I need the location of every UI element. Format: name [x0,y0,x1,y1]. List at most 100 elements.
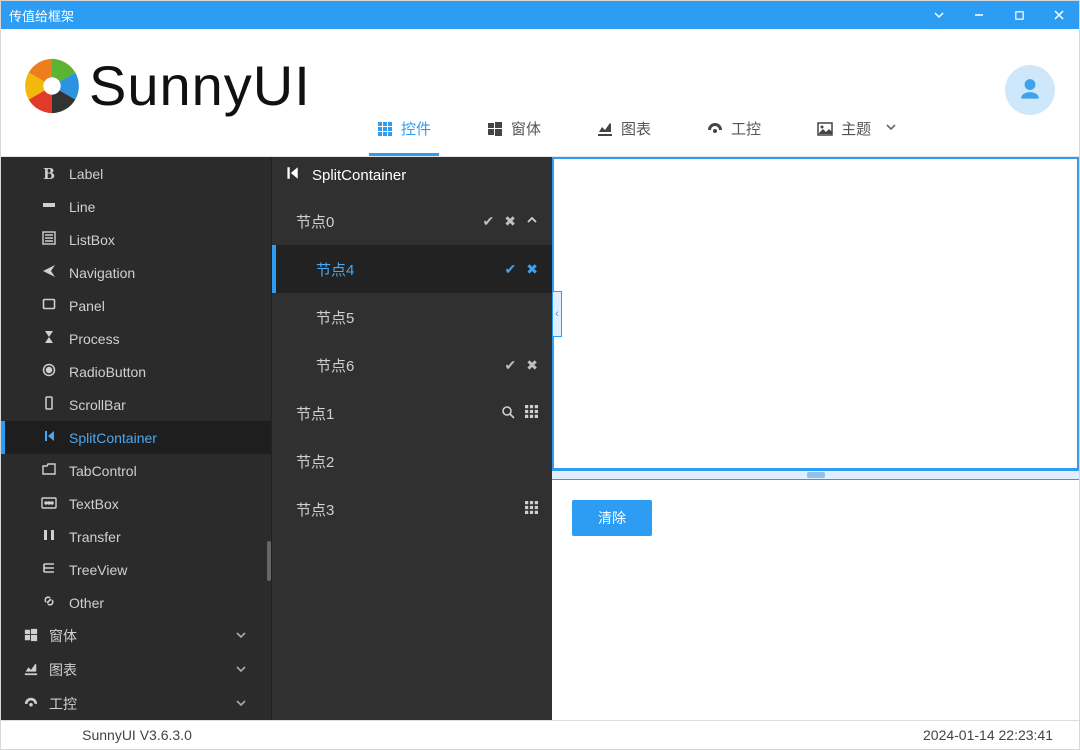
folder-icon [41,462,57,479]
tree-node[interactable]: 节点6✔✖ [272,341,552,389]
tree: 节点0✔✖ 节点4✔✖ 节点5 节点6✔✖ 节点1 节点2 节点3 [272,193,552,720]
sidebar-item-treeview[interactable]: TreeView [1,553,271,586]
title-bar: 传值给框架 [1,1,1079,29]
chevron-down-icon[interactable] [919,1,959,29]
grid-icon[interactable] [525,405,538,422]
status-version: SunnyUI V3.6.3.0 [17,727,257,743]
split-bottom-pane: 清除 [552,480,1079,720]
tree-node[interactable]: 节点5 [272,293,552,341]
tab-controls[interactable]: 控件 [369,106,439,156]
close-icon[interactable]: ✖ [526,357,538,374]
status-bar: SunnyUI V3.6.3.0 2024-01-14 22:23:41 [1,720,1079,749]
brand-text: SunnyUI [89,58,311,114]
maximize-button[interactable] [999,1,1039,29]
check-icon[interactable]: ✔ [505,261,517,278]
windows-icon [487,121,503,137]
app-window: 传值给框架 SunnyUI [0,0,1080,750]
columns-icon [41,528,57,545]
tab-charts[interactable]: 图表 [589,106,659,156]
sidebar-scrollbar-thumb[interactable] [267,541,271,581]
split-horizontal-handle[interactable] [552,470,1079,480]
sidebar-item-transfer[interactable]: Transfer [1,520,271,553]
gauge-icon [707,121,723,137]
check-icon[interactable]: ✔ [505,357,517,374]
image-icon [817,121,833,137]
split-top-pane: ‹ [552,157,1079,470]
bold-icon: B [41,164,57,184]
step-back-icon [41,429,57,446]
sidebar-category-charts[interactable]: 图表 [1,653,271,687]
tree-node[interactable]: 节点4✔✖ [272,245,552,293]
content-area: ‹ 清除 [552,157,1079,720]
window-title: 传值给框架 [9,6,74,25]
minimize-button[interactable] [959,1,999,29]
phone-icon [41,396,57,413]
tree-icon [41,561,57,578]
gauge-icon [23,696,39,713]
minus-icon [41,198,57,215]
plane-icon [41,264,57,281]
sidebar-item-tabcontrol[interactable]: TabControl [1,454,271,487]
sidebar-item-splitcontainer[interactable]: SplitContainer [1,421,271,454]
windows-icon [23,628,39,645]
close-button[interactable] [1039,1,1079,29]
sidebar: BLabel Line ListBox Navigation Panel Pro… [1,157,271,720]
list-icon [41,231,57,248]
sidebar-item-radiobutton[interactable]: RadioButton [1,355,271,388]
tab-label: 工控 [731,118,761,139]
sidebar-category-industrial[interactable]: 工控 [1,687,271,720]
grid-icon[interactable] [525,501,538,517]
tree-node[interactable]: 节点0✔✖ [272,197,552,245]
sidebar-item-scrollbar[interactable]: ScrollBar [1,388,271,421]
sidebar-item-textbox[interactable]: TextBox [1,487,271,520]
top-tabs: 控件 窗体 图表 工控 主题 [369,106,905,156]
tab-label: 图表 [621,118,651,139]
square-icon [41,297,57,314]
tree-node[interactable]: 节点2 [272,437,552,485]
sidebar-list: BLabel Line ListBox Navigation Panel Pro… [1,157,271,720]
link-icon [41,594,57,611]
tree-node[interactable]: 节点1 [272,389,552,437]
split-left-handle[interactable]: ‹ [553,291,562,337]
chevron-down-icon [235,628,247,644]
secondary-panel-title: SplitContainer [312,167,406,184]
secondary-panel-header: SplitContainer [272,157,552,193]
secondary-panel: SplitContainer 节点0✔✖ 节点4✔✖ 节点5 节点6✔✖ 节点1… [271,157,552,720]
tab-forms[interactable]: 窗体 [479,106,549,156]
sidebar-item-navigation[interactable]: Navigation [1,256,271,289]
sidebar-item-process[interactable]: Process [1,322,271,355]
sidebar-item-other[interactable]: Other [1,586,271,619]
tree-node[interactable]: 节点3 [272,485,552,533]
check-icon[interactable]: ✔ [483,213,495,230]
app-logo: SunnyUI [21,55,311,117]
status-datetime: 2024-01-14 22:23:41 [923,727,1063,743]
chart-icon [597,121,613,137]
hourglass-icon [41,330,57,347]
close-icon[interactable]: ✖ [504,213,516,230]
clear-button[interactable]: 清除 [572,500,652,536]
tab-industrial[interactable]: 工控 [699,106,769,156]
radio-icon [41,363,57,380]
textbox-icon [41,496,57,512]
tab-label: 窗体 [511,118,541,139]
tab-label: 主题 [841,118,871,139]
search-icon[interactable] [501,405,515,422]
step-back-icon[interactable] [284,165,300,185]
sidebar-item-label[interactable]: BLabel [1,157,271,190]
chart-icon [23,662,39,679]
sidebar-item-listbox[interactable]: ListBox [1,223,271,256]
sunny-logo-icon [21,55,83,117]
sidebar-item-panel[interactable]: Panel [1,289,271,322]
sidebar-category-forms[interactable]: 窗体 [1,619,271,653]
chevron-down-icon [235,696,247,712]
sidebar-item-line[interactable]: Line [1,190,271,223]
main-area: BLabel Line ListBox Navigation Panel Pro… [1,157,1079,720]
tab-theme[interactable]: 主题 [809,106,905,156]
close-icon[interactable]: ✖ [526,261,538,278]
chevron-down-icon [235,662,247,678]
header: SunnyUI 控件 窗体 图表 工控 主题 [1,29,1079,157]
tab-label: 控件 [401,118,431,139]
chevron-down-icon [885,120,897,137]
chevron-up-icon[interactable] [526,213,538,230]
avatar[interactable] [1005,65,1055,115]
